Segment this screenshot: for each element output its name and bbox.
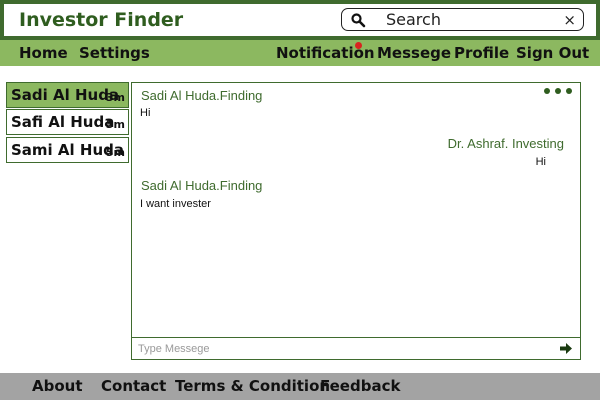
nav-sign-out[interactable]: Sign Out [516, 44, 589, 62]
message-sender: Sadi Al Huda.Finding [141, 88, 263, 103]
contact-time: 3m [105, 91, 125, 104]
contact-time: 3m [105, 118, 125, 131]
message-text: Hi [140, 107, 151, 119]
more-dots-icon[interactable] [544, 88, 572, 94]
message-sender: Dr. Ashraf. Investing [447, 136, 564, 151]
message-text: Hi [535, 156, 546, 168]
contact-time: 5m [105, 146, 125, 159]
message-input[interactable] [138, 341, 538, 356]
message-text: I want invester [140, 198, 211, 210]
contact-item-safi[interactable]: Safi Al Huda 3m [6, 109, 129, 135]
footer: About Contact Terms & Condition Feedback [0, 373, 600, 400]
footer-feedback[interactable]: Feedback [320, 377, 400, 395]
search-input[interactable]: Search [386, 10, 441, 29]
nav-profile[interactable]: Profile [454, 44, 509, 62]
message-sender: Sadi Al Huda.Finding [141, 178, 263, 193]
footer-contact[interactable]: Contact [101, 377, 166, 395]
search-icon[interactable] [350, 12, 366, 28]
main-nav: Home Settings Notification Messege Profi… [0, 40, 600, 66]
contact-item-sami[interactable]: Sami Al Huda 5m [6, 137, 129, 163]
compose-bar [132, 337, 580, 359]
send-arrow-icon[interactable] [560, 343, 572, 354]
contact-item-sadi[interactable]: Sadi Al Huda 3m [6, 82, 129, 108]
chat-panel: Sadi Al Huda.Finding Hi Dr. Ashraf. Inve… [131, 82, 581, 360]
nav-message[interactable]: Messege [377, 44, 451, 62]
notification-badge [355, 42, 362, 49]
close-icon[interactable]: × [563, 11, 576, 29]
search-bar[interactable]: Search × [341, 8, 584, 31]
footer-about[interactable]: About [32, 377, 83, 395]
contact-name: Safi Al Huda [11, 113, 115, 131]
contact-name: Sadi Al Huda [11, 86, 120, 104]
nav-home[interactable]: Home [19, 44, 68, 62]
footer-terms[interactable]: Terms & Condition [175, 377, 330, 395]
app-header: Investor Finder Search × [0, 0, 600, 40]
nav-settings[interactable]: Settings [79, 44, 150, 62]
app-title: Investor Finder [19, 9, 184, 31]
